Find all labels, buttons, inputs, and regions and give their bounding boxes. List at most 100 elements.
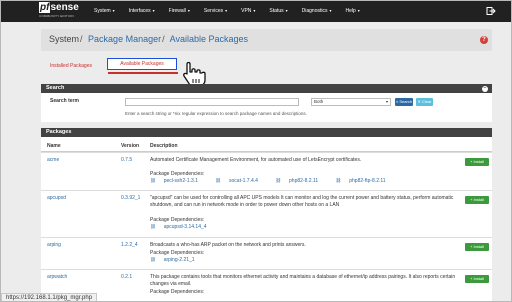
crumb-system: System [49, 34, 80, 44]
logo-subtitle: COMMUNITY EDITION [39, 14, 74, 18]
logo-text: sense [50, 2, 79, 13]
install-button[interactable]: + Install [465, 196, 489, 204]
dependency-link[interactable]: ⛓ arping-2.21_1 [150, 257, 203, 263]
crumb-separator: / [80, 34, 83, 44]
menu-services[interactable]: Services ▾ [204, 8, 227, 14]
tab-installed-packages[interactable]: Installed Packages [50, 63, 92, 69]
table-row: arpwatch 0.2.1 This package contains too… [41, 269, 492, 301]
package-deps: ⛓ apcupsd-3.14.14_4 [150, 224, 223, 230]
package-name-link[interactable]: acme [47, 157, 59, 163]
collapse-icon[interactable]: − [482, 85, 488, 92]
crumb-package-manager[interactable]: Package Manager [88, 34, 161, 44]
plus-icon: + [470, 197, 473, 202]
tab-bar: Installed Packages Available Packages [41, 57, 492, 75]
plus-icon: + [470, 244, 473, 249]
dependency-link[interactable]: ⛓ apcupsd-3.14.14_4 [150, 224, 215, 230]
menu-help-label: Help [345, 8, 356, 14]
menu-services-label: Services [203, 8, 224, 14]
caret-down-icon: ▾ [329, 8, 332, 13]
logout-icon[interactable] [486, 6, 496, 16]
dependency-name: apcupsd-3.14.14_4 [163, 224, 207, 230]
dependency-link[interactable]: ⛓ socat-1.7.4.4 [215, 178, 266, 184]
caret-down-icon: ▾ [253, 8, 256, 13]
caret-down-icon: ▾ [225, 8, 228, 13]
install-button[interactable]: + Install [465, 275, 489, 283]
search-scope-value: Both [314, 99, 324, 104]
package-name-link[interactable]: arpwatch [47, 274, 67, 280]
tab-available-packages[interactable]: Available Packages [107, 58, 177, 70]
package-name-link[interactable]: apcupsd [47, 195, 66, 201]
menu-interfaces[interactable]: Interfaces ▾ [129, 8, 155, 14]
link-icon: ⛓ [150, 178, 156, 183]
menu-vpn[interactable]: VPN ▾ [241, 8, 255, 14]
table-row: apcupsd 0.3.92_1 "apcupsd" can be used f… [41, 190, 492, 237]
package-deps-label: Package Dependencies: [150, 250, 205, 256]
dependency-link[interactable]: ⛓ pecl-ssh2-1.3.1 [150, 178, 206, 184]
package-version-link[interactable]: 0.3.92_1 [121, 195, 140, 201]
menu-system-label: System [94, 8, 111, 14]
col-name-header: Name [47, 143, 61, 149]
caret-down-icon: ▾ [357, 8, 360, 13]
package-deps-label: Package Dependencies: [150, 289, 205, 295]
crumb-separator: / [162, 34, 165, 44]
crumb-available-packages[interactable]: Available Packages [170, 34, 248, 44]
link-icon: ⛓ [150, 257, 156, 262]
dependency-name: php82-ftp-8.2.11 [349, 178, 386, 184]
search-hint: Enter a search string or *nix regular ex… [125, 111, 307, 116]
menu-firewall[interactable]: Firewall ▾ [169, 8, 190, 14]
menu-interfaces-label: Interfaces [128, 8, 151, 14]
plus-icon: + [470, 159, 473, 164]
search-input[interactable] [125, 98, 299, 106]
install-label: Install [473, 244, 484, 249]
search-panel: Search − Search term Both ▾ ⌕ Search ✕ C… [41, 84, 492, 122]
search-scope-select[interactable]: Both ▾ [311, 98, 391, 106]
caret-down-icon: ▾ [112, 8, 115, 13]
search-term-label: Search term [50, 98, 79, 104]
packages-panel-title: Packages [46, 129, 72, 135]
link-icon: ⛓ [335, 178, 342, 183]
search-button[interactable]: ⌕ Search [395, 98, 413, 106]
top-navbar: pfsense COMMUNITY EDITION System ▾ Interf… [1, 1, 511, 22]
dependency-link[interactable]: ⛓ php82-ftp-8.2.11 [336, 178, 394, 184]
pfsense-logo[interactable]: pfsense COMMUNITY EDITION [39, 2, 79, 20]
clear-icon: ✕ [417, 99, 421, 104]
menu-status[interactable]: Status ▾ [269, 8, 287, 14]
link-icon: ⛓ [275, 178, 282, 183]
dependency-name: php82-8.2.11 [289, 178, 319, 184]
chevron-down-icon: ▾ [385, 99, 388, 104]
help-icon[interactable]: ? [480, 36, 488, 44]
package-deps: ⛓ arping-2.21_1 [150, 257, 211, 263]
menu-help[interactable]: Help ▾ [346, 8, 360, 14]
package-name-link[interactable]: arping [47, 242, 61, 248]
package-description: Automated Certificate Management Environ… [150, 157, 362, 163]
logo-prefix: pf [39, 2, 51, 13]
breadcrumb: System/ Package Manager/ Available Packa… [41, 29, 492, 51]
plus-icon: + [470, 276, 473, 281]
package-version-link[interactable]: 1.2.2_4 [121, 242, 138, 248]
package-deps: ⛓ pecl-ssh2-1.3.1 ⛓ socat-1.7.4.4 ⛓ php82-8… [150, 178, 402, 184]
page-title: System/ Package Manager/ Available Packa… [49, 34, 248, 44]
status-bar-url: https://192.168.1.1/pkg_mgr.php [1, 293, 98, 301]
install-button[interactable]: + Install [465, 243, 489, 251]
package-version-link[interactable]: 0.2.1 [121, 274, 132, 280]
dependency-name: arping-2.21_1 [163, 257, 195, 263]
table-row: arping 1.2.2_4 Broadcasts a who-has ARP … [41, 237, 492, 269]
dependency-link[interactable]: ⛓ php82-8.2.11 [275, 178, 326, 184]
col-version-header: Version [121, 143, 140, 149]
package-version-link[interactable]: 0.7.5 [121, 157, 132, 163]
package-deps-label: Package Dependencies: [150, 171, 205, 177]
package-description: "apcupsd" can be used for controlling al… [150, 195, 454, 208]
browser-frame: pfsense COMMUNITY EDITION System ▾ Interf… [0, 0, 512, 302]
install-button[interactable]: + Install [465, 158, 489, 166]
search-button-label: Search [399, 99, 413, 104]
dependency-name: socat-1.7.4.4 [229, 178, 258, 184]
menu-diagnostics[interactable]: Diagnostics ▾ [302, 8, 332, 14]
clear-button[interactable]: ✕ Clear [416, 98, 433, 106]
caret-down-icon: ▾ [152, 8, 155, 13]
link-icon: ⛓ [150, 224, 156, 229]
menu-system[interactable]: System ▾ [94, 8, 115, 14]
install-label: Install [473, 197, 484, 202]
dependency-name: pecl-ssh2-1.3.1 [163, 178, 198, 184]
menu-firewall-label: Firewall [168, 8, 186, 14]
search-panel-header: Search − [41, 84, 492, 93]
